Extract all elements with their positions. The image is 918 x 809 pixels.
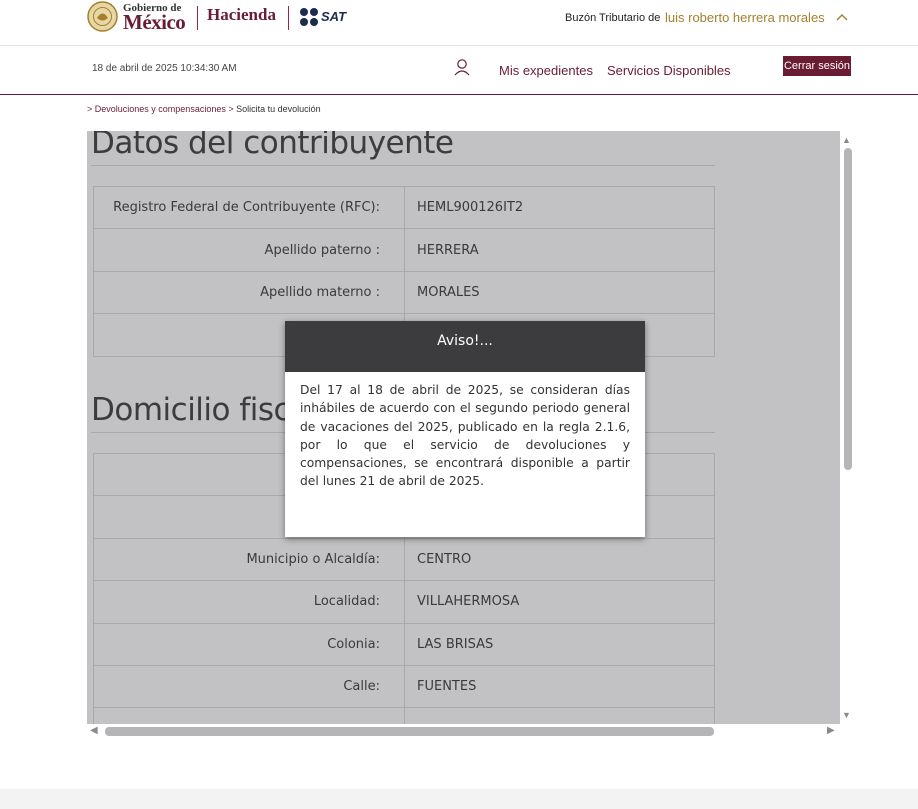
row-value: FUENTES (404, 664, 715, 709)
nav-bar: 18 de abril de 2025 10:34:30 AM Mis expe… (0, 46, 918, 95)
table-row: Registro Federal de Contribuyente (RFC):… (93, 185, 715, 230)
horizontal-scroll-thumb[interactable] (105, 727, 714, 736)
row-label: Localidad: (93, 580, 405, 624)
row-value (404, 707, 715, 724)
table-row: Localidad: VILLAHERMOSA (93, 580, 715, 624)
chevron-up-icon[interactable] (835, 10, 849, 24)
table-row: Municipio o Alcaldía: CENTRO (93, 537, 715, 582)
breadcrumb-current: Solicita tu devolución (236, 104, 321, 114)
row-value: CENTRO (404, 537, 715, 582)
scroll-down-arrow-icon[interactable]: ▼ (842, 710, 851, 720)
row-value: VILLAHERMOSA (404, 580, 715, 624)
row-value: HEML900126IT2 (404, 185, 715, 230)
row-label: Registro Federal de Contribuyente (RFC): (93, 185, 405, 230)
scroll-up-arrow-icon[interactable]: ▲ (842, 135, 851, 145)
row-value: HERRERA (404, 228, 715, 272)
vertical-scroll-thumb[interactable] (844, 148, 852, 470)
modal-title: Aviso!... (285, 321, 645, 372)
logo-gobierno-main: México (123, 10, 186, 34)
logo-divider (197, 6, 198, 30)
contribuyente-title: Datos del contribuyente (91, 131, 454, 161)
scroll-left-arrow-icon[interactable]: ◀ (90, 725, 98, 736)
domicilio-title: Domicilio fiscal (91, 392, 317, 428)
row-label (93, 707, 405, 724)
logout-button[interactable]: Cerrar sesión (783, 56, 851, 76)
table-row: Apellido materno : MORALES (93, 270, 715, 315)
user-name-link[interactable]: luis roberto herrera morales (665, 10, 825, 25)
breadcrumb-parent-link[interactable]: Devoluciones y compensaciones (95, 104, 226, 114)
breadcrumb-prefix: > (87, 104, 95, 114)
table-row: Calle: FUENTES (93, 664, 715, 709)
datetime-label: 18 de abril de 2025 10:34:30 AM (92, 63, 237, 74)
section-divider (91, 165, 715, 166)
scroll-right-arrow-icon[interactable]: ▶ (827, 725, 835, 736)
row-label: Calle: (93, 664, 405, 709)
logo-sat: SAT (321, 9, 347, 24)
logo-hacienda: Hacienda (207, 5, 276, 24)
servicios-disponibles-link[interactable]: Servicios Disponibles (607, 63, 731, 78)
row-label: Colonia: (93, 622, 405, 666)
user-icon[interactable] (453, 58, 471, 76)
breadcrumb-separator: > (225, 104, 237, 114)
footer (0, 789, 918, 809)
row-value: MORALES (404, 270, 715, 315)
mis-expedientes-link[interactable]: Mis expedientes (499, 63, 593, 78)
row-label: Apellido paterno : (93, 228, 405, 272)
row-label: Apellido materno : (93, 270, 405, 315)
top-header: Gobierno de México Hacienda SAT Buzón Tr… (0, 0, 918, 46)
sat-logo-icon (300, 8, 318, 26)
table-row: Apellido paterno : HERRERA (93, 228, 715, 272)
breadcrumb: > Devoluciones y compensaciones > Solici… (87, 104, 321, 114)
row-label: Municipio o Alcaldía: (93, 537, 405, 582)
table-row: Colonia: LAS BRISAS (93, 622, 715, 666)
buzon-label: Buzón Tributario de (565, 12, 661, 24)
row-value: LAS BRISAS (404, 622, 715, 666)
mexico-seal-icon (87, 1, 118, 32)
aviso-modal: Aviso!... Del 17 al 18 de abril de 2025,… (285, 321, 645, 537)
logo-divider (288, 6, 289, 30)
table-row (93, 707, 715, 724)
modal-message: Del 17 al 18 de abril de 2025, se consid… (300, 383, 630, 489)
